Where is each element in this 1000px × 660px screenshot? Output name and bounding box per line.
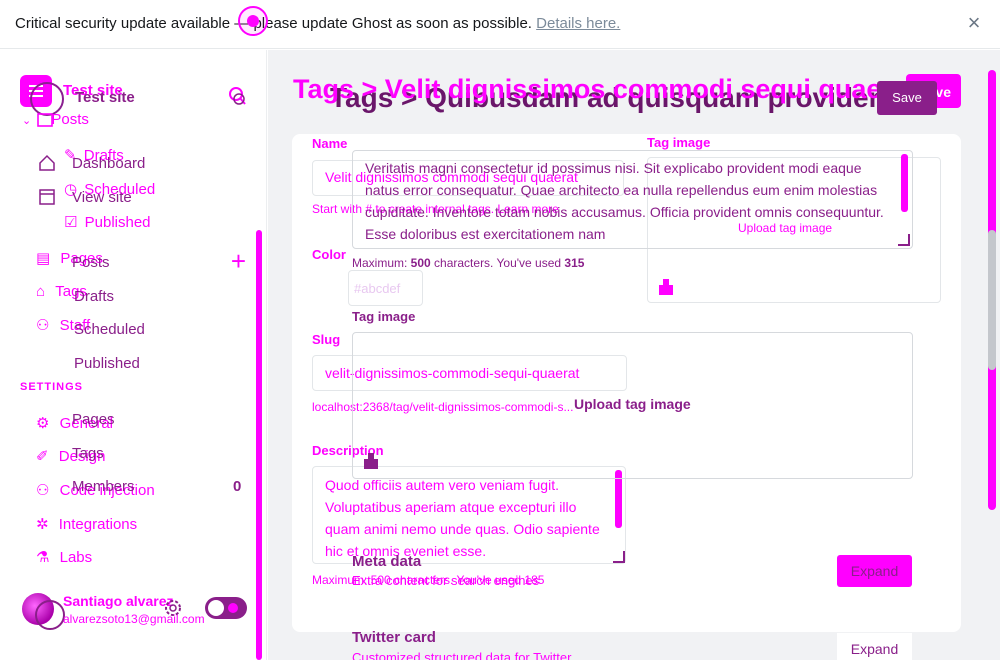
max-prefix: Maximum:: [352, 256, 411, 270]
meta-data-subtitle: Extra content for search engines: [352, 573, 540, 588]
sidebar-item-view-site[interactable]: View site: [72, 189, 132, 206]
sidebar-item-scheduled-dark[interactable]: Scheduled: [74, 321, 145, 338]
banner-details-link[interactable]: Details here.: [536, 15, 620, 32]
color-label: Color: [312, 247, 346, 262]
upload-icon-dark: [364, 453, 378, 469]
staff-icon: ⚇: [36, 317, 50, 334]
toggle-sun-icon: [228, 603, 238, 613]
max-used: 315: [564, 256, 585, 270]
close-icon[interactable]: ×: [964, 12, 984, 34]
pages-icon: ▤: [36, 250, 51, 267]
code-icon: ⚇: [36, 482, 50, 499]
color-input-value[interactable]: #abcdef: [354, 281, 400, 296]
labs-icon: ⚗: [36, 549, 50, 566]
sidebar-item-posts[interactable]: ⌄ Posts: [22, 111, 89, 128]
sidebar-item-published-dark[interactable]: Published: [74, 355, 140, 372]
sidebar-item-label: Labs: [59, 549, 93, 566]
avatar-ring: [35, 600, 65, 630]
meta-description-value[interactable]: Veritatis magni consectetur id possimus …: [365, 157, 885, 245]
banner-message: Critical security update available — ple…: [15, 15, 620, 32]
save-button[interactable]: Save: [877, 81, 937, 115]
night-mode-toggle[interactable]: [205, 597, 247, 619]
gear-icon[interactable]: [162, 597, 184, 619]
design-icon: ✐: [36, 448, 49, 465]
slug-label: Slug: [312, 332, 341, 347]
meta-description-hint: Maximum: 500 characters. You've used 315: [352, 256, 584, 270]
banner-text: Critical security update available — ple…: [15, 15, 532, 32]
sidebar-item-label: Published: [84, 214, 151, 231]
sidebar-item-members[interactable]: Members: [72, 478, 135, 495]
posts-icon: [37, 113, 53, 127]
sidebar-item-published[interactable]: ☑ Published: [64, 213, 151, 231]
sidebar-item-label: Integrations: [58, 516, 138, 533]
sidebar-scrollbar[interactable]: [256, 230, 262, 660]
meta-data-expand-button[interactable]: Expand: [837, 555, 912, 587]
meta-description-scrollbar[interactable]: [901, 154, 908, 212]
tag-image-label-dark: Tag image: [352, 309, 416, 324]
home-icon: [39, 154, 55, 171]
sidebar: Test site Test site ⌄ Posts ✎ Drafts ◷ S…: [0, 50, 267, 660]
update-banner: Critical security update available — ple…: [0, 0, 1000, 49]
max-value: 500: [410, 256, 431, 270]
sidebar-item-label: Posts: [51, 111, 89, 128]
twitter-card-title: Twitter card: [352, 629, 436, 646]
sidebar-item-tags-dark[interactable]: Tags: [72, 445, 104, 462]
sidebar-item-integrations[interactable]: ✲ Integrations: [36, 515, 137, 533]
sidebar-item-drafts-dark[interactable]: Drafts: [74, 288, 114, 305]
site-title[interactable]: Test site: [75, 89, 135, 106]
upload-icon: [659, 279, 673, 295]
meta-description-resize-handle[interactable]: [898, 234, 910, 246]
view-site-icon: [39, 189, 55, 205]
sidebar-item-posts-dark[interactable]: Posts: [72, 254, 110, 271]
search-icon[interactable]: [227, 85, 247, 107]
upload-tag-image-label-dark[interactable]: Upload tag image: [574, 396, 691, 412]
sidebar-item-labs[interactable]: ⚗ Labs: [36, 548, 92, 566]
description-resize-handle[interactable]: [613, 551, 625, 563]
twitter-card-expand-button[interactable]: Expand: [837, 633, 912, 660]
main-scrollbar-thumb[interactable]: [988, 230, 996, 370]
breadcrumb-overlay: Tags > Velit dignissimos commodi sequi q…: [293, 74, 916, 104]
user-name[interactable]: Santiago alvarez: [63, 593, 174, 609]
name-label: Name: [312, 136, 348, 151]
members-count: 0: [233, 478, 242, 495]
meta-data-title: Meta data: [352, 553, 422, 570]
general-icon: ⚙: [36, 415, 50, 432]
twitter-card-subtitle: Customized structured data for Twitter: [352, 650, 572, 660]
sidebar-item-dashboard[interactable]: Dashboard: [72, 155, 145, 172]
check-icon: ☑: [64, 214, 78, 231]
max-middle: characters. You've used: [430, 256, 565, 270]
integrations-icon: ✲: [36, 516, 49, 533]
settings-heading: SETTINGS: [20, 381, 84, 393]
tag-icon: ⌂: [36, 283, 46, 300]
cursor-indicator-icon: [238, 6, 268, 36]
tag-image-label: Tag image: [647, 135, 711, 150]
main-content: Tags > Quibusdam ad quisquam provident T…: [268, 50, 1000, 660]
description-input-value[interactable]: Quod officiis autem vero veniam fugit. V…: [325, 474, 605, 562]
add-post-icon[interactable]: +: [229, 248, 248, 274]
sidebar-item-pages-dark[interactable]: Pages: [72, 411, 115, 428]
